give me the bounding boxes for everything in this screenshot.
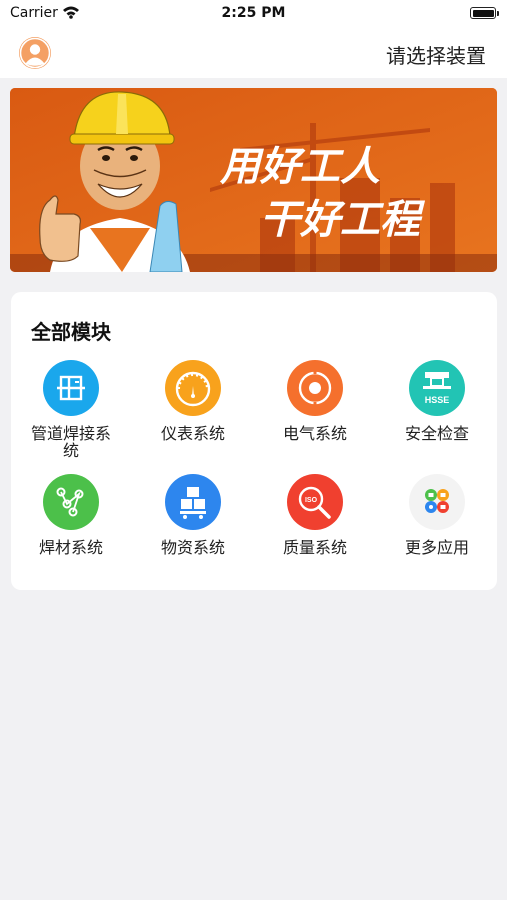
materials-icon xyxy=(165,474,221,530)
module-label: 焊材系统 xyxy=(38,538,103,557)
module-label: 安全检查 xyxy=(404,424,469,443)
module-materials[interactable]: 物资系统 xyxy=(133,474,253,556)
module-safety[interactable]: HSSE 安全检查 xyxy=(377,360,497,442)
hsse-badge: HSSE xyxy=(425,395,450,405)
avatar[interactable] xyxy=(19,37,51,69)
battery-cap xyxy=(497,11,499,16)
module-label: 更多应用 xyxy=(404,538,469,557)
module-more-apps[interactable]: 更多应用 xyxy=(377,474,497,556)
module-instrument[interactable]: 仪表系统 xyxy=(133,360,253,442)
header-bar: 请选择装置 xyxy=(0,28,507,78)
status-bar: Carrier 2:25 PM xyxy=(0,0,507,28)
module-label: 电气系统 xyxy=(282,424,347,443)
module-label: 管道焊接系统 xyxy=(31,424,112,460)
module-pipe-welding[interactable]: 管道焊接系统 xyxy=(11,360,131,459)
iso-badge: ISO xyxy=(305,497,318,504)
welding-material-icon xyxy=(43,474,99,530)
electric-icon xyxy=(287,360,343,416)
user-icon xyxy=(19,37,51,69)
battery-icon xyxy=(470,7,496,19)
gauge-icon xyxy=(165,360,221,416)
quality-icon: ISO xyxy=(287,474,343,530)
banner-illustration: 用好工人 干好工程 xyxy=(10,88,497,272)
module-electric[interactable]: 电气系统 xyxy=(255,360,375,442)
module-welding-material[interactable]: 焊材系统 xyxy=(11,474,131,556)
module-label: 质量系统 xyxy=(282,538,347,557)
pipe-welding-icon xyxy=(43,360,99,416)
more-apps-icon xyxy=(409,474,465,530)
clock: 2:25 PM xyxy=(221,5,286,21)
banner-slogan-2: 干好工程 xyxy=(260,198,426,242)
module-quality[interactable]: ISO 质量系统 xyxy=(255,474,375,556)
module-label: 仪表系统 xyxy=(160,424,225,443)
banner-slogan-1: 用好工人 xyxy=(219,145,380,189)
promo-banner[interactable]: 用好工人 干好工程 xyxy=(10,88,497,272)
modules-panel: 全部模块 管道焊接系统 仪表系统 电气系统 HSSE 安全检查 焊材系统 物资系… xyxy=(11,292,497,590)
module-label: 物资系统 xyxy=(160,538,225,557)
modules-title: 全部模块 xyxy=(31,320,111,344)
select-device-button[interactable]: 请选择装置 xyxy=(386,40,486,69)
hsse-icon: HSSE xyxy=(409,360,465,416)
